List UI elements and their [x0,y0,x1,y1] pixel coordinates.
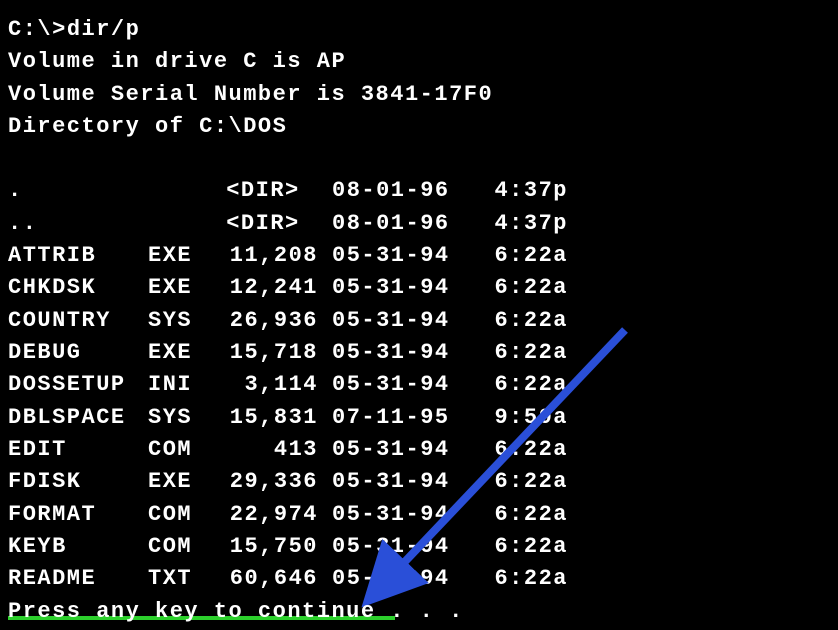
serial-number-line: Volume Serial Number is 3841-17F0 [8,79,838,111]
listing-row: COUNTRYSYS26,93605-31-946:22a [8,305,838,337]
file-name: . [8,175,148,207]
blank-line [8,143,838,175]
file-date: 07-11-95 [318,402,458,434]
file-ext: EXE [148,272,208,304]
file-time: 6:22a [458,369,568,401]
file-name: KEYB [8,531,148,563]
listing-row: FDISKEXE29,33605-31-946:22a [8,466,838,498]
listing-row: DEBUGEXE15,71805-31-946:22a [8,337,838,369]
file-time: 6:22a [458,305,568,337]
file-date: 05-31-94 [318,434,458,466]
continue-prompt[interactable]: Press any key to continue . . . [8,596,838,628]
directory-line: Directory of C:\DOS [8,111,838,143]
file-name: DBLSPACE [8,402,148,434]
file-time: 6:22a [458,531,568,563]
file-date: 05-31-94 [318,337,458,369]
file-ext: EXE [148,337,208,369]
file-size: 26,936 [208,305,318,337]
prompt-prefix: C:\> [8,17,67,42]
file-time: 6:22a [458,337,568,369]
dir-tag: <DIR> [208,208,318,240]
listing-row: CHKDSKEXE12,24105-31-946:22a [8,272,838,304]
file-name: COUNTRY [8,305,148,337]
file-size: 12,241 [208,272,318,304]
file-time: 9:50a [458,402,568,434]
file-date: 05-31-94 [318,531,458,563]
file-name: FORMAT [8,499,148,531]
file-ext: INI [148,369,208,401]
volume-label-line: Volume in drive C is AP [8,46,838,78]
file-size: 3,114 [208,369,318,401]
listing-row: EDITCOM41305-31-946:22a [8,434,838,466]
file-name: FDISK [8,466,148,498]
file-size: 60,646 [208,563,318,595]
file-time: 6:22a [458,563,568,595]
file-size: 15,718 [208,337,318,369]
listing-row: DBLSPACESYS15,83107-11-959:50a [8,402,838,434]
command-line: C:\>dir/p [8,14,838,46]
file-ext: EXE [148,466,208,498]
file-time: 4:37p [458,175,568,207]
file-time: 6:22a [458,499,568,531]
file-ext: TXT [148,563,208,595]
file-time: 6:22a [458,272,568,304]
listing-row: . <DIR>08-01-964:37p [8,175,838,207]
file-size: 11,208 [208,240,318,272]
command-text: dir/p [67,17,141,42]
file-time: 6:22a [458,434,568,466]
file-ext: SYS [148,402,208,434]
listing-row: ATTRIBEXE11,20805-31-946:22a [8,240,838,272]
file-name: .. [8,208,148,240]
listing-row: .. <DIR>08-01-964:37p [8,208,838,240]
file-ext: SYS [148,305,208,337]
listing-row: FORMATCOM22,97405-31-946:22a [8,499,838,531]
file-size: 15,750 [208,531,318,563]
file-name: CHKDSK [8,272,148,304]
file-ext: COM [148,531,208,563]
dir-tag: <DIR> [208,175,318,207]
file-ext: COM [148,434,208,466]
file-size: 29,336 [208,466,318,498]
file-name: README [8,563,148,595]
file-date: 05-31-94 [318,466,458,498]
file-ext: COM [148,499,208,531]
file-time: 4:37p [458,208,568,240]
file-date: 05-31-94 [318,563,458,595]
file-date: 08-01-96 [318,208,458,240]
file-date: 05-31-94 [318,272,458,304]
file-date: 08-01-96 [318,175,458,207]
file-date: 05-31-94 [318,369,458,401]
file-time: 6:22a [458,240,568,272]
listing-row: KEYBCOM15,75005-31-946:22a [8,531,838,563]
file-name: DEBUG [8,337,148,369]
file-name: ATTRIB [8,240,148,272]
file-name: EDIT [8,434,148,466]
file-name: DOSSETUP [8,369,148,401]
file-date: 05-31-94 [318,499,458,531]
listing-row: DOSSETUPINI3,11405-31-946:22a [8,369,838,401]
directory-listing: .<DIR>08-01-964:37p..<DIR>08-01-964:37pA… [8,175,838,595]
file-time: 6:22a [458,466,568,498]
file-size: 413 [208,434,318,466]
file-size: 15,831 [208,402,318,434]
file-date: 05-31-94 [318,305,458,337]
file-ext: EXE [148,240,208,272]
file-date: 05-31-94 [318,240,458,272]
file-size: 22,974 [208,499,318,531]
listing-row: READMETXT60,64605-31-946:22a [8,563,838,595]
